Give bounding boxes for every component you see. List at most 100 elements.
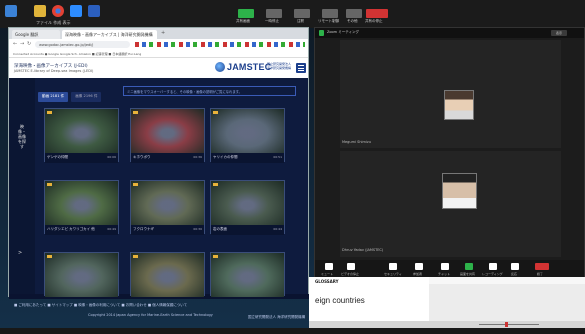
- tab-image[interactable]: 画像 2196 件: [71, 92, 102, 102]
- reactions-icon[interactable]: [511, 263, 519, 270]
- reload-icon[interactable]: ↻: [27, 41, 31, 47]
- footer-org: 国立研究開発法人 海洋研究開発機構: [248, 315, 306, 319]
- bookmark-icon: [133, 183, 138, 186]
- back-icon[interactable]: ←: [13, 41, 17, 47]
- more-control[interactable]: [346, 9, 362, 18]
- security-icon[interactable]: [389, 263, 397, 270]
- zoom-control-label: 共有の停止: [365, 19, 383, 23]
- thumbnail-card[interactable]: [44, 252, 119, 297]
- shield-icon[interactable]: [319, 30, 324, 36]
- hover-notice: ミニ画像をマウスオーバーすると、その映像・画像の説明がご覧になれます。: [123, 86, 296, 96]
- zoom-title-bar: Zoom ミーティング 表示: [315, 28, 584, 38]
- thumbnail-duration: 00:36: [193, 155, 202, 159]
- thumbnail-card[interactable]: ヤリイカの仲間 00:51: [210, 108, 285, 163]
- thumbnail-card[interactable]: 岩の表面 00:44: [210, 180, 285, 235]
- jamstec-logo-sub: 国立研究開発法人 海洋研究開発機構: [267, 62, 292, 70]
- media-tabs: 動画 2181 件 画像 2196 件: [38, 92, 102, 102]
- annotate-control[interactable]: [294, 9, 310, 18]
- thumbnail-image[interactable]: [131, 109, 204, 153]
- thumbnail-card[interactable]: ゲンゲの仲間 00:06: [44, 108, 119, 163]
- bookmarks-text[interactable]: Connected Accounts ● Google Google Sch. …: [13, 52, 141, 56]
- zoom-control-label: その他: [347, 19, 358, 23]
- bookmark-icon: [133, 255, 138, 258]
- folder-icon[interactable]: [34, 5, 46, 17]
- side-menu[interactable]: 映像・画像を探す >: [9, 78, 35, 297]
- bookmark-icon: [133, 111, 138, 114]
- view-button[interactable]: 表示: [551, 30, 567, 36]
- bookmark-icon: [213, 255, 218, 258]
- background-slide: [429, 277, 585, 327]
- thumbnail-image[interactable]: [211, 109, 284, 153]
- thumbnail-image[interactable]: [45, 253, 118, 297]
- thumbnail-card[interactable]: [130, 252, 205, 297]
- thumbnail-image[interactable]: [211, 181, 284, 225]
- thumbnail-card[interactable]: ハリダシエビ カワリゴカイ 他 00:49: [44, 180, 119, 235]
- zoom-slider-thumb[interactable]: [505, 322, 508, 327]
- browser-tab-bar: Google 翻訳 深海映像・画像アーカイブス | 海洋研究開発機構 +: [9, 28, 308, 39]
- new-tab-icon[interactable]: +: [161, 30, 165, 36]
- side-menu-label[interactable]: 映像・画像を探す: [18, 124, 26, 149]
- thumbnail-card[interactable]: [210, 252, 285, 297]
- thumbnail-card[interactable]: フクロウナギ 00:30: [130, 180, 205, 235]
- tab-google-translate[interactable]: Google 翻訳: [12, 30, 60, 39]
- pause-share-control[interactable]: [266, 9, 282, 18]
- thumbnail-duration: 00:49: [107, 227, 116, 231]
- bottom-taskbar: [0, 328, 585, 334]
- end-meeting-button[interactable]: [535, 263, 549, 270]
- participants-icon[interactable]: [415, 263, 423, 270]
- bookmark-icon: [213, 183, 218, 186]
- bookmarks-bar: Connected Accounts ● Google Google Sch. …: [9, 50, 308, 58]
- share-screen-icon[interactable]: [465, 263, 473, 270]
- toolbar-label: 画面を共有: [460, 272, 476, 276]
- doc-text: eign countries: [315, 296, 365, 305]
- jamstec-logo[interactable]: JAMSTEC: [227, 62, 271, 72]
- participant-name: Megumi Shimizu: [342, 140, 371, 144]
- toolbar-label: ミュート: [321, 272, 334, 276]
- extensions-icons[interactable]: [135, 42, 305, 47]
- thumbnail-duration: 00:51: [273, 155, 282, 159]
- bookmark-icon: [47, 183, 52, 186]
- mute-icon[interactable]: [325, 263, 333, 270]
- thumbnail-caption: ゲンゲの仲間: [47, 155, 68, 159]
- participant-name: Dhruv Yadav (JAMSTEC): [342, 248, 384, 252]
- thumbnail-caption: フクロウナギ: [133, 227, 154, 231]
- video-icon[interactable]: [347, 263, 355, 270]
- zoom-control-label: リモート制御: [318, 19, 339, 23]
- top-taskbar: ファイル 作成 表示 共有画面 一時停止 注釈 リモート制御 その他 共有の停止: [0, 0, 585, 28]
- word-icon[interactable]: [88, 5, 100, 17]
- docker-icon[interactable]: [5, 5, 17, 17]
- zoom-app-icon[interactable]: [70, 5, 82, 17]
- remote-control[interactable]: [322, 9, 338, 18]
- chrome-icon[interactable]: [52, 5, 64, 17]
- doc-heading: GLOSSARY: [315, 279, 339, 284]
- slide-toolbar: [429, 277, 585, 284]
- thumbnail-duration: 00:30: [193, 227, 202, 231]
- zoom-toolbar: ミュート ビデオの停止 セキュリティ 参加者 チャット 画面を共有 レコーディン…: [315, 260, 584, 278]
- bookmark-icon: [47, 111, 52, 114]
- address-bar[interactable]: www.godac.jamstec.go.jp/jedi/j: [35, 41, 130, 48]
- thumbnail-image[interactable]: [131, 253, 204, 297]
- chat-icon[interactable]: [441, 263, 449, 270]
- participant-video[interactable]: [442, 173, 477, 209]
- jamstec-logo-mark: [215, 62, 225, 72]
- toolbar-label: レコーディング: [482, 272, 503, 276]
- thumbnail-image[interactable]: [45, 109, 118, 153]
- thumbnail-caption: 岩の表面: [213, 227, 227, 231]
- zoom-share-control[interactable]: [238, 9, 254, 18]
- thumbnail-card[interactable]: キホウボウ 00:36: [130, 108, 205, 163]
- thumbnail-image[interactable]: [211, 253, 284, 297]
- tab-video[interactable]: 動画 2181 件: [38, 92, 69, 102]
- footer-links[interactable]: ■ ご利用にあたって ■ サイトマップ ■ 映像・画像の利用について ■ お問い…: [14, 303, 187, 308]
- tab-jamstec[interactable]: 深海映像・画像アーカイブス | 海洋研究開発機構: [62, 30, 157, 39]
- thumbnail-image[interactable]: [131, 181, 204, 225]
- stop-share-control[interactable]: [366, 9, 388, 18]
- record-icon[interactable]: [489, 263, 497, 270]
- participant-video[interactable]: [444, 90, 474, 120]
- toolbar-label: 反応: [511, 272, 518, 276]
- status-bar: [309, 321, 585, 328]
- forward-icon[interactable]: →: [20, 41, 24, 47]
- chevron-right-icon[interactable]: >: [18, 250, 22, 256]
- thumbnail-image[interactable]: [45, 181, 118, 225]
- zoom-slider[interactable]: [479, 324, 539, 325]
- menu-icon[interactable]: [296, 63, 306, 73]
